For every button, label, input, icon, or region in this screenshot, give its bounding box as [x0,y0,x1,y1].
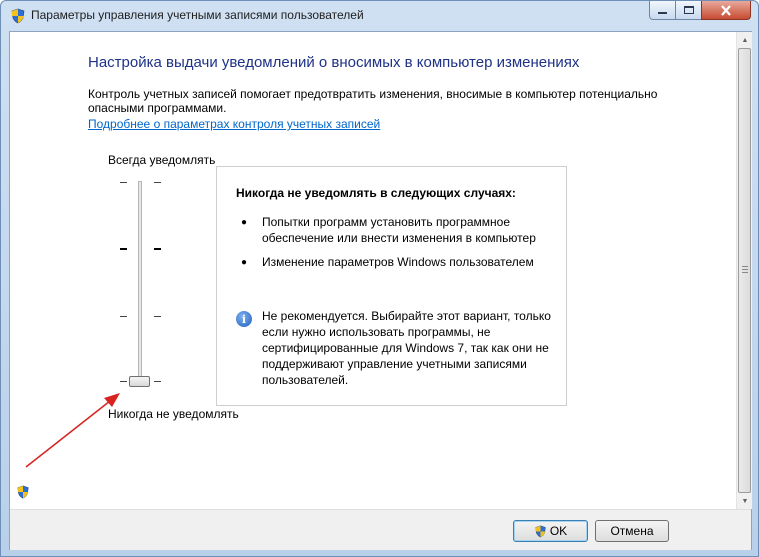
title-bar[interactable]: Параметры управления учетными записями п… [1,1,758,31]
ok-label: OK [549,524,568,538]
slider-tick [120,316,127,317]
client-area: Настройка выдачи уведомлений о вносимых … [9,31,752,550]
slider-tick [154,316,161,317]
annotation-arrow [25,393,120,468]
uac-shield-icon [535,525,546,537]
maximize-icon [683,6,694,14]
cancel-button[interactable]: Отмена [595,520,669,542]
slider-tick [154,248,161,250]
maximize-button[interactable] [675,1,702,20]
level-description-box: Никогда не уведомлять в следующих случая… [216,166,567,406]
button-bar: OK Отмена [10,509,751,550]
info-item: Изменение параметров Windows пользовател… [262,255,534,269]
ok-button[interactable]: OK [513,520,588,542]
slider-top-label: Всегда уведомлять [108,153,216,167]
uac-shield-icon [11,8,25,24]
vertical-scrollbar[interactable]: ▲ ▼ [736,32,752,509]
slider-bottom-label: Никогда не уведомлять [108,407,239,421]
bullet-icon: ● [241,217,248,228]
description-text: Контроль учетных записей помогает предот… [88,87,658,115]
close-icon [721,4,731,16]
minimize-icon [658,12,667,14]
minimize-button[interactable] [649,1,676,20]
cancel-label: Отмена [610,524,654,538]
close-button[interactable] [701,1,751,20]
help-link[interactable]: Подробнее о параметрах контроля учетных … [88,117,380,131]
slider-tick [120,248,127,250]
uac-settings-window: Параметры управления учетными записями п… [0,0,759,557]
scroll-down-button[interactable]: ▼ [737,493,753,509]
info-icon: i [236,311,252,327]
settings-content: Настройка выдачи уведомлений о вносимых … [10,32,736,509]
notification-level-slider[interactable] [118,177,163,392]
bullet-icon: ● [241,257,248,268]
info-title: Никогда не уведомлять в следующих случая… [236,186,516,200]
warning-text: Не рекомендуется. Выбирайте этот вариант… [262,309,551,387]
slider-tick [154,182,161,183]
uac-shield-icon [17,485,29,499]
slider-thumb[interactable] [129,376,150,387]
window-title: Параметры управления учетными записями п… [31,8,364,22]
slider-tick [120,182,127,183]
slider-track[interactable] [138,181,142,386]
info-item: Попытки программ установить программное … [262,215,536,245]
scroll-up-button[interactable]: ▲ [737,32,753,48]
page-title: Настройка выдачи уведомлений о вносимых … [88,54,580,71]
scrollbar-grip-icon [742,266,748,275]
scrollbar-thumb[interactable] [738,48,751,493]
slider-tick [154,381,161,382]
slider-tick [120,381,127,382]
